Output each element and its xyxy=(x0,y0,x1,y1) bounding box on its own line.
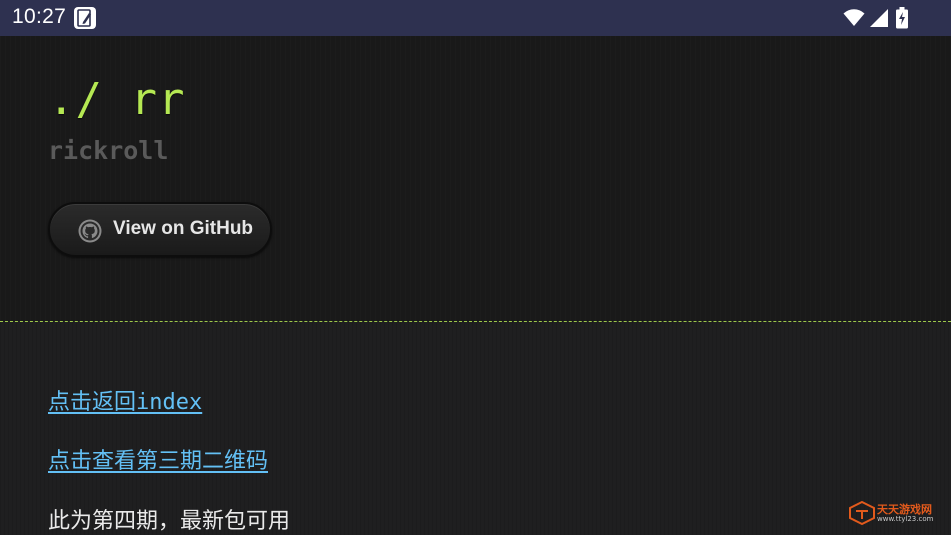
wifi-icon xyxy=(843,9,865,31)
page-header: ./ rr rickroll View on GitHub xyxy=(0,36,951,321)
screen: 10:27 ./ rr rickroll View on GitHub 点击返回… xyxy=(0,0,951,535)
main-content: 点击返回index 点击查看第三期二维码 此为第四期，最新包可用 xyxy=(0,322,951,535)
view-third-qrcode-link[interactable]: 点击查看第三期二维码 xyxy=(48,443,268,475)
project-subtitle: rickroll xyxy=(48,136,169,165)
watermark-logo-icon xyxy=(849,500,875,529)
cell-signal-icon xyxy=(869,8,889,32)
github-icon xyxy=(78,219,102,243)
status-bar: 10:27 xyxy=(0,0,951,36)
edit-note-icon xyxy=(74,7,96,29)
back-to-index-link[interactable]: 点击返回index xyxy=(48,384,202,416)
view-on-github-button[interactable]: View on GitHub xyxy=(48,202,272,257)
status-icons xyxy=(843,7,913,29)
github-button-label: View on GitHub xyxy=(113,218,254,239)
watermark: 天天游戏网 www.ttyl23.com xyxy=(849,500,945,529)
status-time: 10:27 xyxy=(12,5,67,28)
issue-notice-text: 此为第四期，最新包可用 xyxy=(48,509,291,534)
project-title: ./ rr xyxy=(48,74,186,125)
watermark-url: www.ttyl23.com xyxy=(877,515,934,523)
battery-charging-icon xyxy=(895,7,909,33)
